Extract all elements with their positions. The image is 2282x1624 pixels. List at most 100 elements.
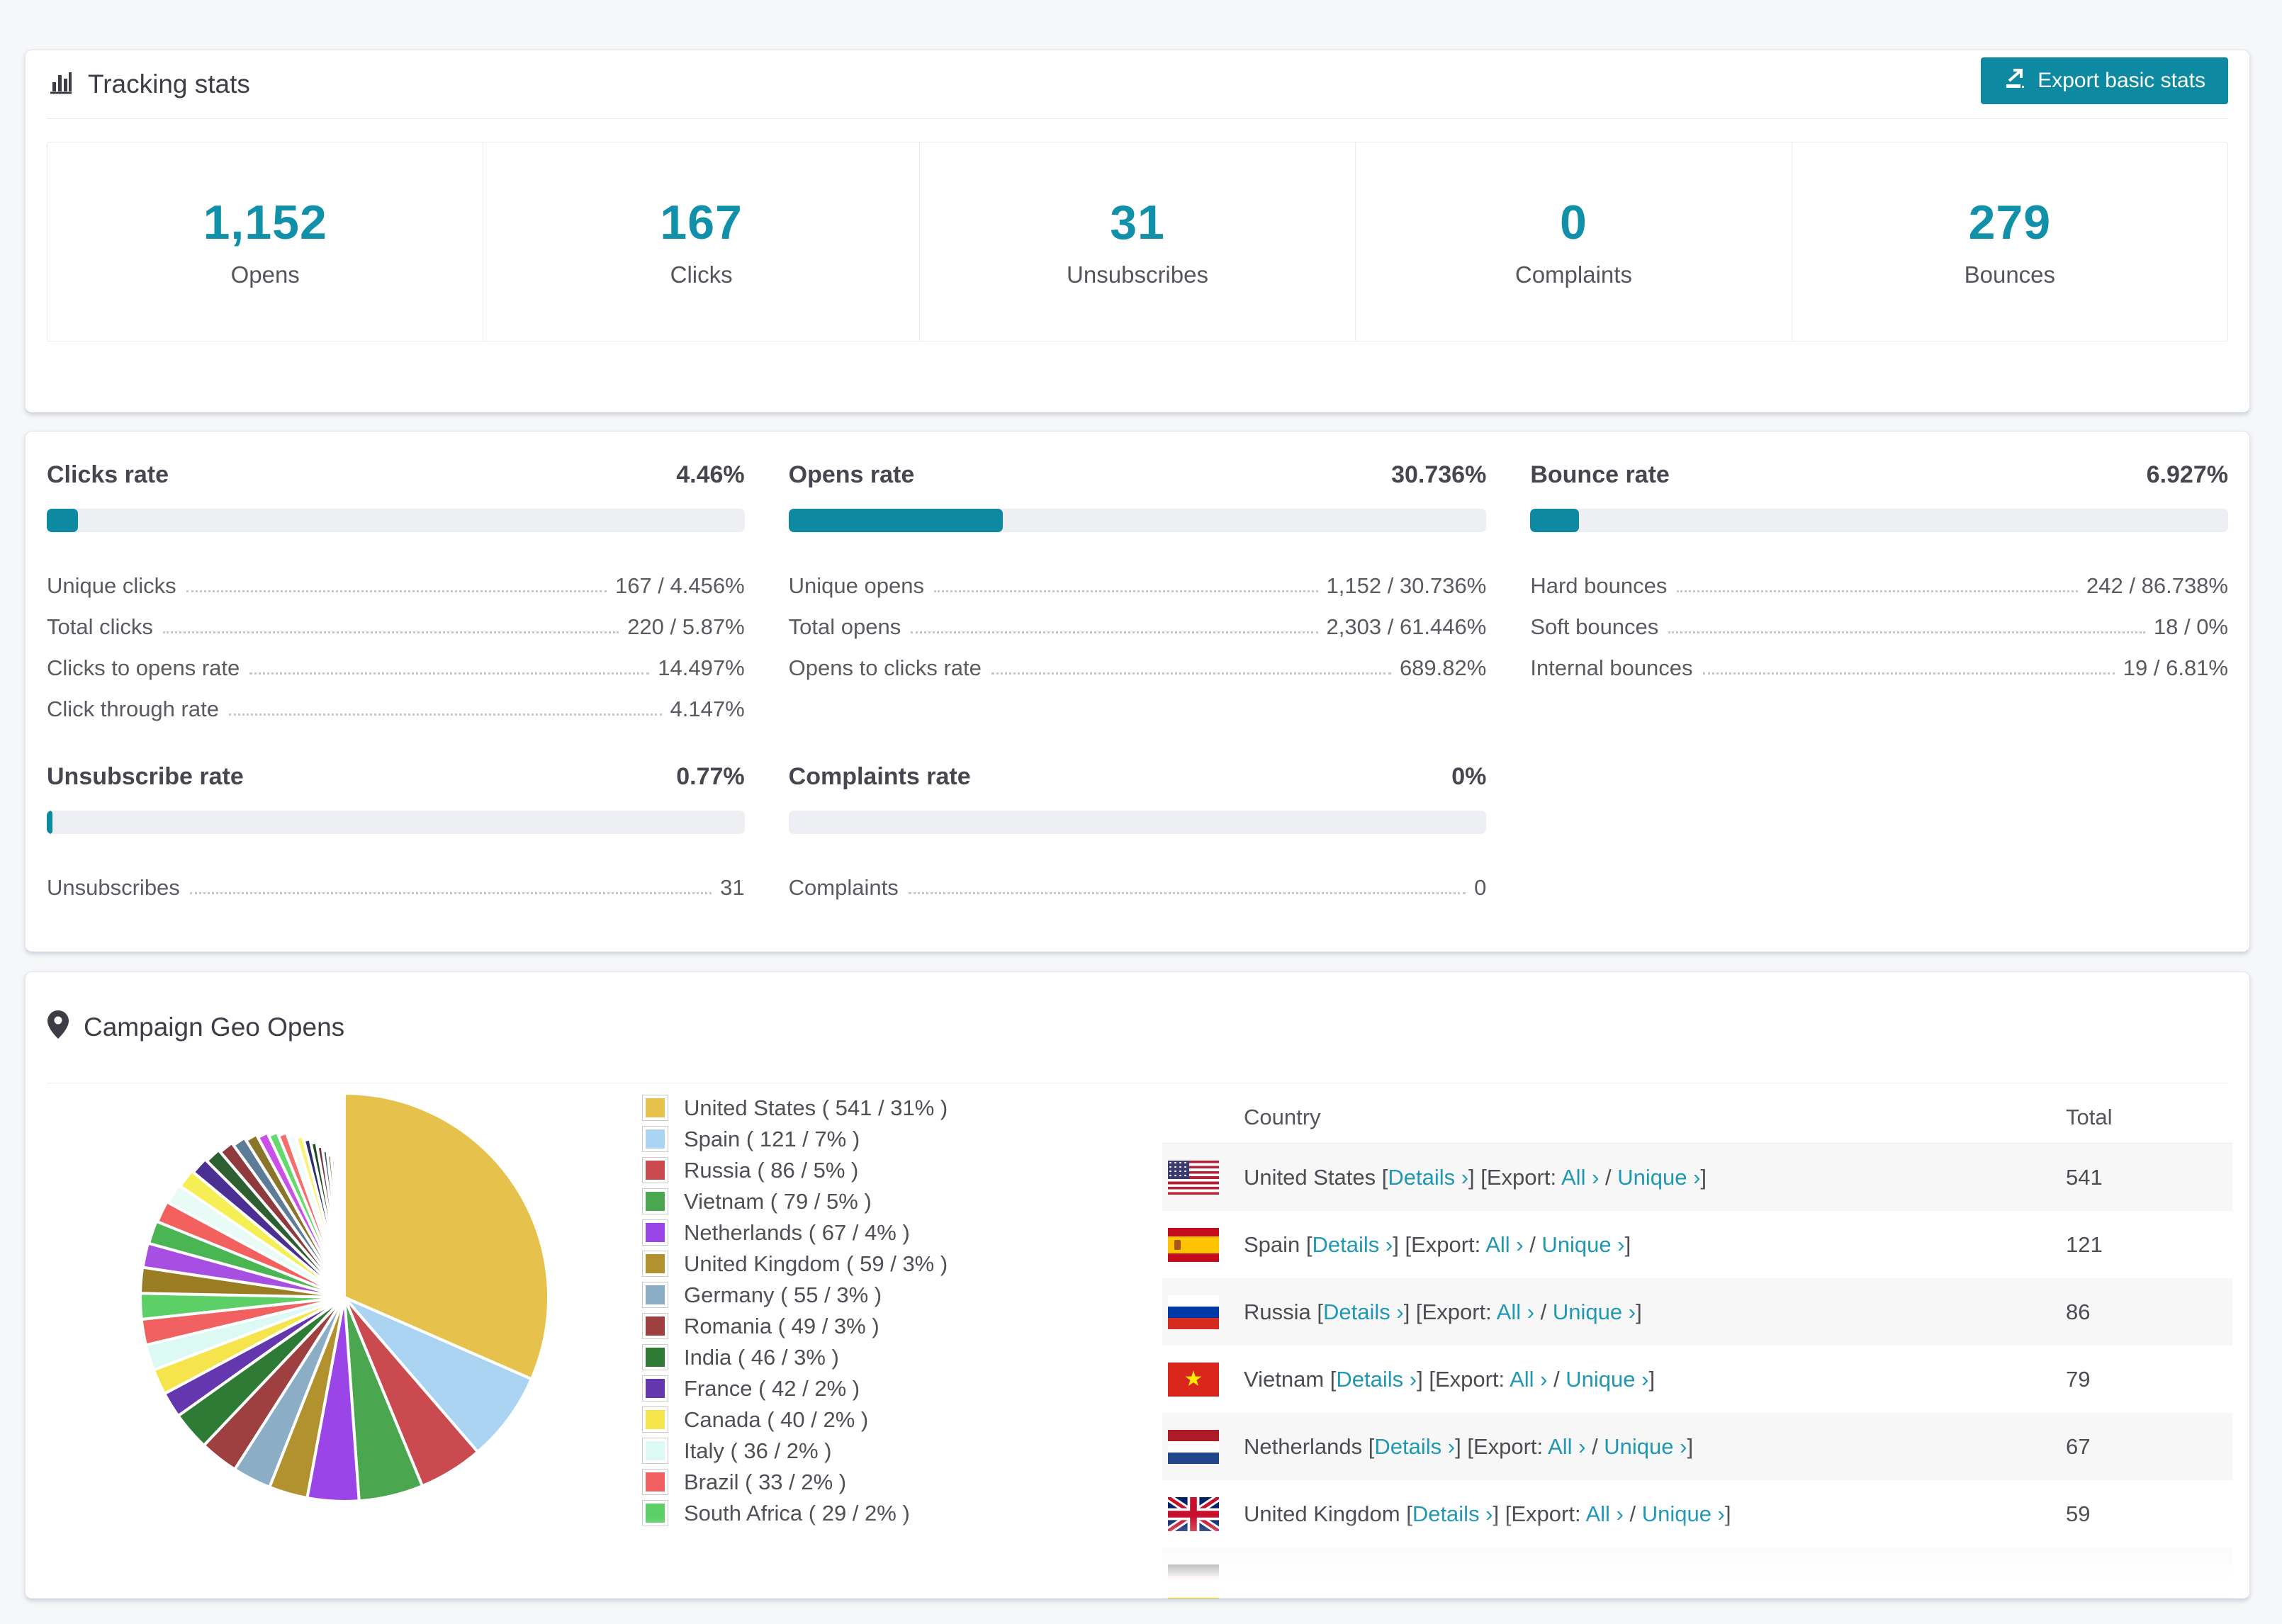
details-link[interactable]: Details ›: [1336, 1367, 1417, 1392]
legend-item[interactable]: United States ( 541 / 31% ): [642, 1095, 948, 1121]
rate-row: Click through rate 4.147%: [47, 681, 745, 722]
total-cell: 541: [2066, 1164, 2103, 1190]
rate-row-label: Total clicks: [47, 614, 153, 639]
stat-box: 1,152 Opens: [47, 142, 483, 341]
export-unique-link[interactable]: Unique ›: [1617, 1165, 1700, 1190]
details-link[interactable]: Details ›: [1313, 1232, 1393, 1257]
rate-row: Total opens 2,303 / 61.446%: [789, 599, 1487, 640]
legend-item[interactable]: Brazil ( 33 / 2% ): [642, 1469, 948, 1495]
rate-row-label: Opens to clicks rate: [788, 655, 982, 680]
legend-item[interactable]: South Africa ( 29 / 2% ): [642, 1500, 948, 1526]
bracket: [: [1406, 1501, 1412, 1526]
rate-block-unsubscribe: Unsubscribe rate 0.77% Unsubscribes 31: [47, 763, 745, 901]
legend-item[interactable]: Canada ( 40 / 2% ): [642, 1406, 948, 1433]
rate-row: Clicks to opens rate 14.497%: [47, 640, 745, 681]
legend-swatch: [642, 1500, 668, 1526]
total-cell: 79: [2066, 1366, 2091, 1392]
export-all-link[interactable]: All ›: [1548, 1434, 1585, 1459]
legend-label: Brazil ( 33 / 2% ): [684, 1469, 847, 1494]
stat-box: 0 Complaints: [1355, 142, 1791, 341]
rate-row: Opens to clicks rate 689.82%: [789, 640, 1487, 681]
rate-block-opens: Opens rate 30.736% Unique opens 1,152 / 30.…: [788, 461, 1487, 722]
details-link[interactable]: Details ›: [1412, 1501, 1493, 1526]
rate-row: Complaints 0: [789, 859, 1487, 901]
legend-item[interactable]: Spain ( 121 / 7% ): [642, 1126, 948, 1152]
table-header-row: Country Total: [1162, 1092, 2232, 1144]
legend-label: South Africa ( 29 / 2% ): [684, 1500, 910, 1526]
stat-value: 279: [1968, 196, 2052, 249]
stat-label: Bounces: [1964, 261, 2056, 288]
rate-rows: Unsubscribes 31: [47, 859, 745, 901]
rate-row-value: 689.82%: [1399, 655, 1487, 680]
tracking-stats-header: Tracking stats Export basic stats: [26, 50, 2249, 118]
rate-value: 6.927%: [2146, 461, 2228, 488]
export-unique-link[interactable]: Unique ›: [1604, 1434, 1687, 1459]
rate-row: Internal bounces 19 / 6.81%: [1530, 640, 2228, 681]
legend-item[interactable]: Romania ( 49 / 3% ): [642, 1313, 948, 1339]
rate-title: Complaints rate: [788, 763, 971, 790]
dotted-leader: [186, 590, 607, 592]
rate-row-value: 2,303 / 61.446%: [1326, 614, 1487, 639]
bracket: /: [1599, 1164, 1618, 1190]
stat-box: 167 Clicks: [483, 142, 918, 341]
stat-label: Opens: [230, 261, 300, 288]
rate-row-label: Soft bounces: [1530, 614, 1659, 639]
geo-body: United States ( 541 / 31% ) Spain ( 121 /…: [26, 1083, 2249, 1598]
rate-rows: Complaints 0: [789, 859, 1487, 901]
details-link[interactable]: Details ›: [1323, 1299, 1404, 1324]
export-unique-link[interactable]: Unique ›: [1553, 1299, 1636, 1324]
rate-title: Clicks rate: [47, 461, 169, 488]
table-row-partial: [1162, 1547, 2232, 1598]
legend-swatch: [642, 1219, 668, 1246]
rate-row-label: Hard bounces: [1530, 573, 1668, 598]
rate-row-value: 18 / 0%: [2153, 614, 2228, 639]
rate-head: Clicks rate 4.46%: [47, 461, 745, 489]
es-crest: [1174, 1239, 1181, 1250]
legend-item[interactable]: Germany ( 55 / 3% ): [642, 1282, 948, 1308]
table-row-vn: ★ Vietnam [Details ›] [Export: All › / Un…: [1162, 1346, 2232, 1413]
flag-ru: [1168, 1295, 1219, 1329]
summary-stats-row: 1,152 Opens 167 Clicks 31 Unsubscribes 0 Compla…: [47, 142, 2228, 342]
legend-item[interactable]: India ( 46 / 3% ): [642, 1344, 948, 1370]
rate-row-value: 19 / 6.81%: [2123, 655, 2228, 680]
legend-swatch: [642, 1282, 668, 1308]
country-cell: United Kingdom [Details ›] [Export: All …: [1244, 1501, 1731, 1526]
export-unique-link[interactable]: Unique ›: [1566, 1367, 1648, 1392]
export-unique-link[interactable]: Unique ›: [1642, 1501, 1725, 1526]
legend-swatch: [642, 1375, 668, 1402]
stat-value: 0: [1560, 196, 1587, 249]
legend-item[interactable]: United Kingdom ( 59 / 3% ): [642, 1251, 948, 1277]
legend-item[interactable]: Netherlands ( 67 / 4% ): [642, 1219, 948, 1246]
stat-label: Complaints: [1514, 261, 1632, 288]
progress-bar: [788, 509, 1487, 532]
geo-opens-pie-chart: [132, 1085, 557, 1510]
bracket: /: [1534, 1299, 1553, 1324]
dotted-leader: [1677, 590, 2079, 592]
progress-bar: [47, 811, 745, 834]
bracket: ] [Export:: [1468, 1164, 1561, 1190]
rate-row-value: 31: [720, 875, 745, 900]
flag-gb: [1168, 1496, 1219, 1531]
export-all-link[interactable]: All ›: [1485, 1232, 1523, 1257]
details-link[interactable]: Details ›: [1388, 1165, 1468, 1190]
page-title: Tracking stats: [88, 69, 250, 98]
rate-row-label: Unsubscribes: [47, 875, 180, 900]
rate-head: Unsubscribe rate 0.77%: [47, 763, 745, 791]
rate-row-value: 14.497%: [658, 655, 745, 680]
export-all-link[interactable]: All ›: [1561, 1165, 1599, 1190]
legend-item[interactable]: Russia ( 86 / 5% ): [642, 1157, 948, 1183]
export-all-link[interactable]: All ›: [1497, 1299, 1534, 1324]
export-all-link[interactable]: All ›: [1510, 1367, 1547, 1392]
export-basic-stats-button[interactable]: Export basic stats: [1981, 57, 2228, 104]
table-row-ru: Russia [Details ›] [Export: All › / Uniq…: [1162, 1278, 2232, 1346]
export-unique-link[interactable]: Unique ›: [1541, 1232, 1624, 1257]
legend-item[interactable]: France ( 42 / 2% ): [642, 1375, 948, 1402]
tracking-stats-card: Tracking stats Export basic stats 1,152 O…: [25, 50, 2250, 413]
details-link[interactable]: Details ›: [1374, 1434, 1455, 1459]
legend-item[interactable]: Vietnam ( 79 / 5% ): [642, 1188, 948, 1214]
campaign-geo-opens-card: Campaign Geo Opens United States ( 541 /…: [25, 971, 2250, 1599]
legend-item[interactable]: Italy ( 36 / 2% ): [642, 1438, 948, 1464]
total-cell: 121: [2066, 1231, 2103, 1257]
bracket: ]: [1624, 1231, 1631, 1257]
export-all-link[interactable]: All ›: [1585, 1501, 1623, 1526]
